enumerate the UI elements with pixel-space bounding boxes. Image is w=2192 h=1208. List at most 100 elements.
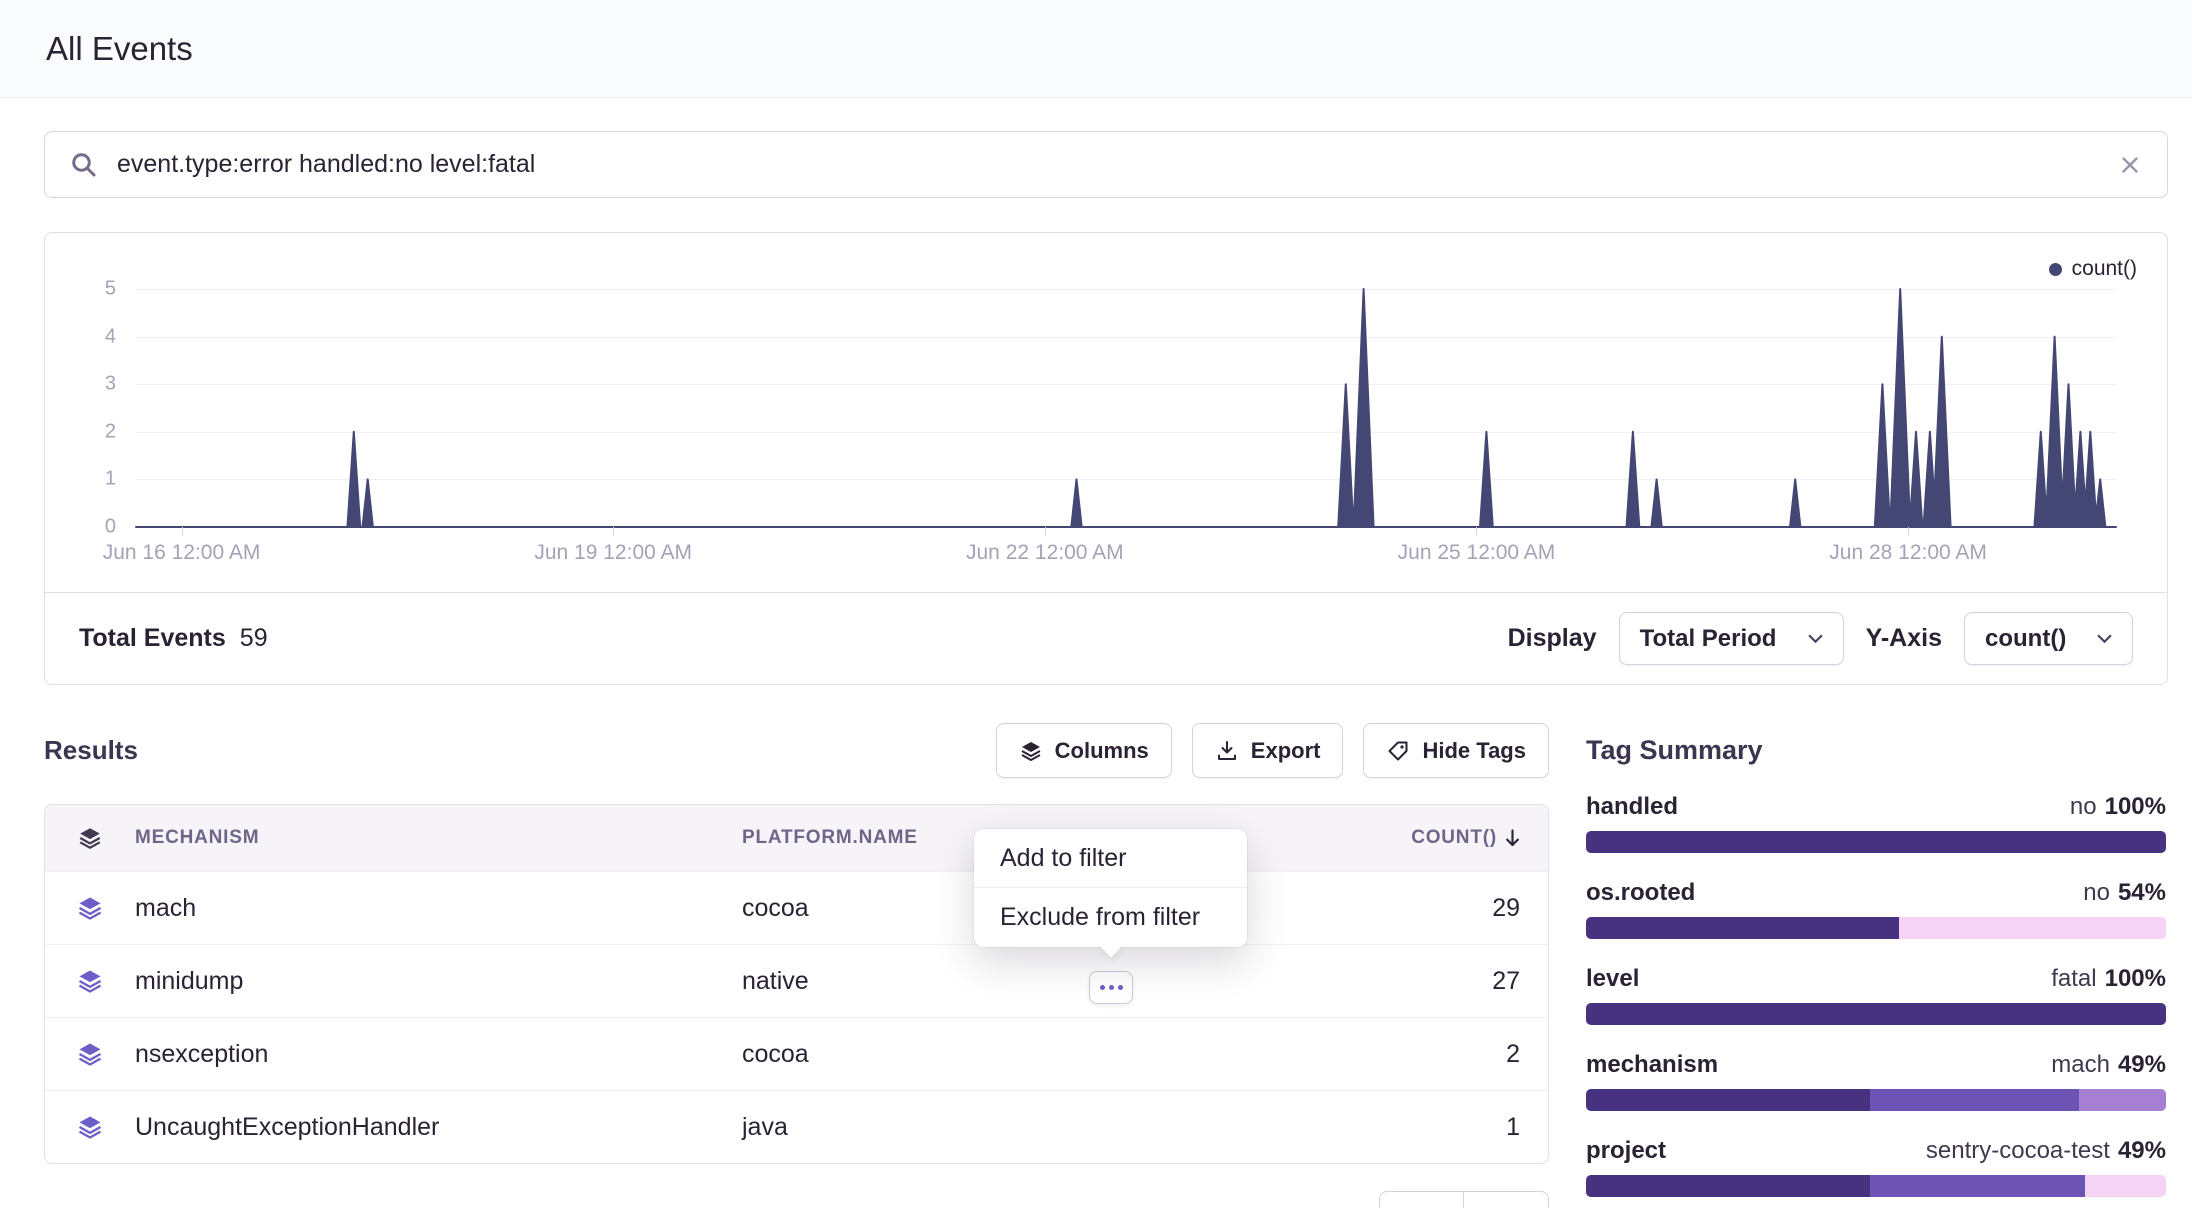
tag-summary-item: os.rooted no 54% — [1586, 879, 2166, 939]
x-tick — [182, 527, 183, 535]
cell-count: 29 — [1308, 894, 1548, 923]
page-header: All Events — [0, 0, 2192, 98]
next-page-button[interactable] — [1464, 1191, 1549, 1208]
results-heading: Results — [44, 735, 138, 766]
x-tick-label: Jun 25 12:00 AM — [1398, 541, 1556, 565]
cell-platform[interactable]: native — [742, 967, 1308, 996]
previous-page-button[interactable] — [1379, 1191, 1464, 1208]
sort-descending-icon — [1505, 829, 1520, 847]
tag-percent: 100% — [2105, 965, 2166, 993]
yaxis-dropdown[interactable]: count() — [1964, 612, 2133, 665]
cell-platform[interactable]: cocoa — [742, 1040, 1308, 1069]
tag-distribution-bar[interactable] — [1586, 917, 2166, 939]
tag-distribution-bar[interactable] — [1586, 1003, 2166, 1025]
tag-distribution-bar[interactable] — [1586, 1089, 2166, 1111]
ellipsis-icon — [1100, 985, 1105, 990]
display-dropdown-value: Total Period — [1640, 625, 1777, 653]
chart-legend[interactable]: count() — [2049, 257, 2137, 281]
stack-icon — [45, 1040, 135, 1068]
chevron-down-icon — [2097, 634, 2112, 644]
download-icon — [1215, 739, 1239, 763]
columns-button[interactable]: Columns — [996, 723, 1172, 778]
chevron-down-icon — [1808, 634, 1823, 644]
display-dropdown[interactable]: Total Period — [1619, 612, 1844, 665]
tag-label: os.rooted — [1586, 879, 1695, 907]
x-tick-label: Jun 16 12:00 AM — [103, 541, 261, 565]
tag-summary-item: level fatal 100% — [1586, 965, 2166, 1025]
x-tick-label: Jun 22 12:00 AM — [966, 541, 1124, 565]
menu-item-add-to-filter[interactable]: Add to filter — [974, 829, 1247, 888]
chart-spikes-svg — [136, 289, 2116, 527]
stack-icon — [45, 825, 135, 851]
tag-percent: 49% — [2118, 1051, 2166, 1079]
clear-search-icon[interactable] — [2117, 152, 2143, 178]
tag-distribution-bar[interactable] — [1586, 1175, 2166, 1197]
cell-count: 2 — [1308, 1040, 1548, 1069]
search-input[interactable] — [117, 150, 2099, 179]
hide-tags-button[interactable]: Hide Tags — [1363, 723, 1549, 778]
search-bar — [44, 131, 2168, 198]
yaxis-dropdown-value: count() — [1985, 625, 2066, 653]
tag-label: level — [1586, 965, 1639, 993]
column-header-count[interactable]: COUNT() — [1308, 827, 1548, 849]
page-title: All Events — [46, 30, 193, 68]
cell-count: 27 — [1308, 967, 1548, 996]
yaxis-label: Y-Axis — [1866, 624, 1942, 653]
tag-label: handled — [1586, 793, 1678, 821]
tag-icon — [1386, 739, 1410, 763]
legend-count-dot — [2049, 263, 2062, 276]
tag-value: mach — [2051, 1051, 2110, 1079]
tag-summary-column: Tag Summary handled no 100% os.rooted no… — [1586, 685, 2166, 1197]
column-header-mechanism[interactable]: MECHANISM — [135, 827, 742, 849]
columns-button-label: Columns — [1055, 738, 1149, 764]
tag-summary-item: project sentry-cocoa-test 49% — [1586, 1137, 2166, 1197]
cell-mechanism[interactable]: minidump — [135, 967, 742, 996]
y-tick-label: 0 — [105, 516, 116, 539]
table-header-row: MECHANISM PLATFORM.NAME COUNT() — [45, 805, 1548, 871]
x-tick — [613, 527, 614, 535]
y-tick-label: 1 — [105, 468, 116, 491]
ellipsis-icon — [1109, 985, 1114, 990]
cell-mechanism[interactable]: nsexception — [135, 1040, 742, 1069]
table-row[interactable]: mach cocoa 29 — [45, 871, 1548, 944]
tag-summary-item: mechanism mach 49% — [1586, 1051, 2166, 1111]
chart-plot-area: 5 4 3 2 1 0 Jun 16 12:00 AM Jun 19 12:00… — [136, 289, 2116, 527]
export-button-label: Export — [1251, 738, 1321, 764]
results-column: Results Columns Export Hide T — [44, 685, 1549, 1197]
chart-spikes — [136, 289, 2116, 527]
cell-mechanism[interactable]: UncaughtExceptionHandler — [135, 1113, 742, 1142]
events-chart-panel: count() 5 4 3 2 1 0 Jun 16 12:00 AM Jun … — [44, 232, 2168, 685]
tag-summary-item: handled no 100% — [1586, 793, 2166, 853]
tag-percent: 49% — [2118, 1137, 2166, 1165]
cell-count: 1 — [1308, 1113, 1548, 1142]
x-tick-label: Jun 19 12:00 AM — [534, 541, 692, 565]
tag-label: project — [1586, 1137, 1666, 1165]
tag-percent: 100% — [2105, 793, 2166, 821]
y-tick-label: 3 — [105, 373, 116, 396]
total-events-value: 59 — [240, 624, 268, 653]
tag-value: no — [2070, 793, 2097, 821]
stack-icon — [45, 1113, 135, 1141]
table-row[interactable]: nsexception cocoa 2 — [45, 1017, 1548, 1090]
cell-context-menu: Add to filter Exclude from filter — [974, 829, 1247, 947]
tag-value: no — [2083, 879, 2110, 907]
x-tick — [1045, 527, 1046, 535]
ellipsis-icon — [1118, 985, 1123, 990]
tag-value: sentry-cocoa-test — [1926, 1137, 2110, 1165]
pagination — [1379, 1191, 1549, 1208]
y-tick-label: 5 — [105, 278, 116, 301]
x-tick-label: Jun 28 12:00 AM — [1829, 541, 1987, 565]
cell-mechanism[interactable]: mach — [135, 894, 742, 923]
export-button[interactable]: Export — [1192, 723, 1344, 778]
cell-actions-button[interactable] — [1089, 971, 1133, 1004]
tag-label: mechanism — [1586, 1051, 1718, 1079]
count-header-label: COUNT() — [1411, 827, 1497, 849]
tag-distribution-bar[interactable] — [1586, 831, 2166, 853]
x-tick — [1908, 527, 1909, 535]
table-row[interactable]: minidump native 27 — [45, 944, 1548, 1017]
tag-value: fatal — [2051, 965, 2096, 993]
x-tick — [1476, 527, 1477, 535]
table-row[interactable]: UncaughtExceptionHandler java 1 — [45, 1090, 1548, 1163]
cell-platform[interactable]: java — [742, 1113, 1308, 1142]
y-tick-label: 4 — [105, 325, 116, 348]
